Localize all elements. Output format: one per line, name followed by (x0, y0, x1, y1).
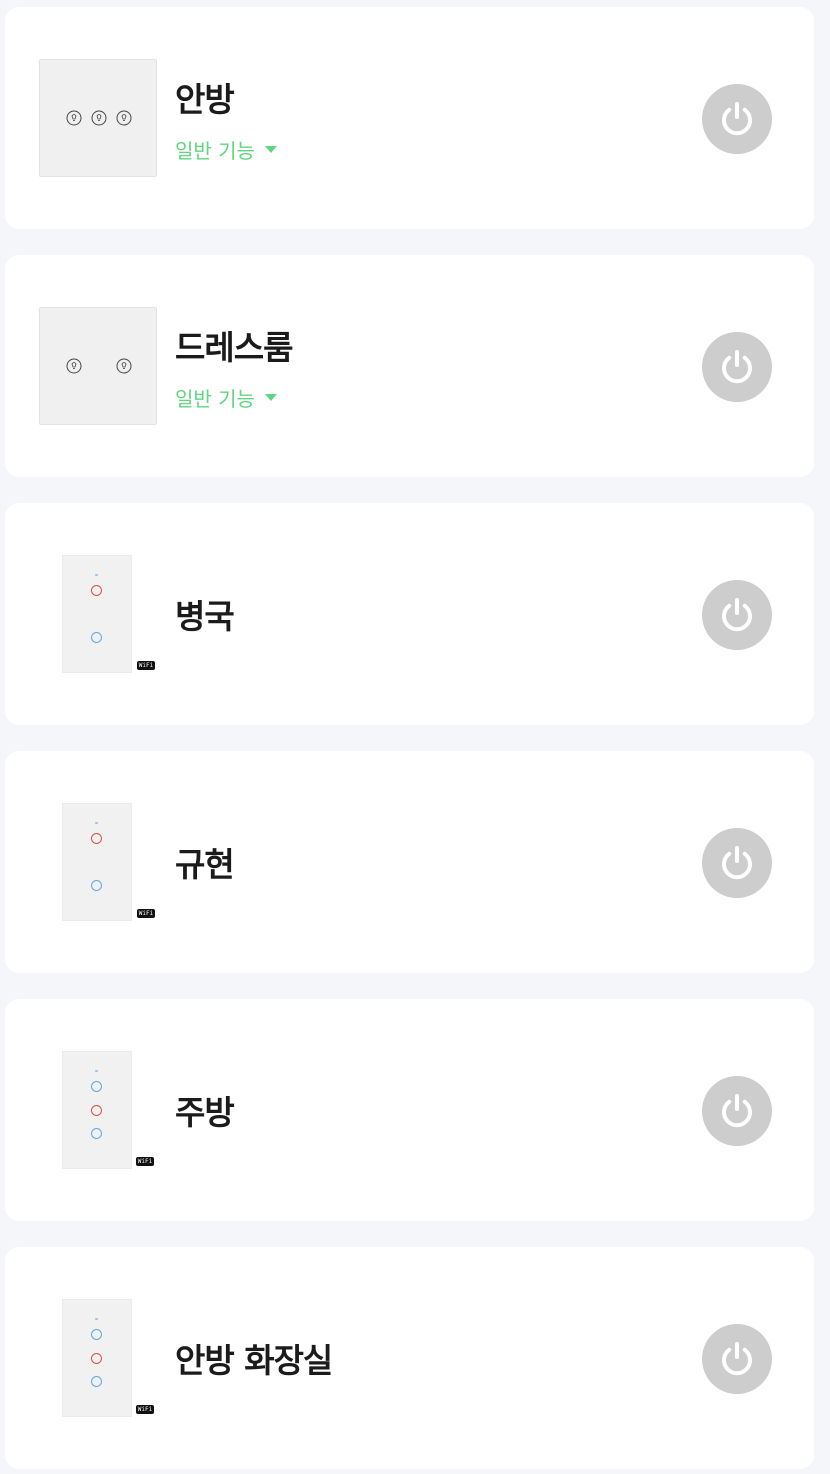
wifi-badge: WiFi (136, 1405, 154, 1414)
power-icon (722, 1094, 752, 1128)
three-gang-touch-switch-icon (62, 1051, 132, 1169)
device-name: 드레스룸 (175, 328, 293, 367)
device-name: 병국 (175, 597, 235, 636)
caret-down-icon (264, 394, 277, 401)
indicator-dot (95, 574, 98, 576)
two-gang-touch-switch-icon (62, 803, 132, 921)
power-icon (722, 598, 752, 632)
function-dropdown-label: 일반 기능 (175, 139, 255, 163)
indicator-dot (95, 1070, 98, 1072)
touch-button-off-icon (91, 1128, 102, 1139)
power-button[interactable] (702, 1324, 772, 1394)
wifi-badge: WiFi (137, 661, 155, 670)
touch-button-on-icon (91, 1105, 102, 1116)
touch-button-off-icon (91, 1376, 102, 1387)
bulb-icon (116, 110, 132, 126)
indicator-dot (95, 1318, 98, 1320)
touch-button-off-icon (91, 880, 102, 891)
caret-down-icon (264, 146, 277, 153)
device-name: 안방 (175, 80, 235, 119)
two-gang-touch-switch-icon (62, 555, 132, 673)
function-dropdown-label: 일반 기능 (175, 387, 255, 411)
device-card-kitchen[interactable]: WiFi 주방 (5, 999, 814, 1221)
device-name: 주방 (175, 1093, 235, 1132)
power-icon (722, 102, 752, 136)
two-gang-bulb-switch-icon (39, 307, 157, 425)
touch-button-on-icon (91, 1353, 102, 1364)
touch-button-off-icon (91, 1329, 102, 1340)
power-button[interactable] (702, 1076, 772, 1146)
power-button[interactable] (702, 580, 772, 650)
bulb-icon (66, 358, 82, 374)
three-gang-bulb-switch-icon (39, 59, 157, 177)
device-card-anbang[interactable]: 안방 일반 기능 (5, 7, 814, 229)
device-name: 규현 (175, 845, 235, 884)
touch-button-off-icon (91, 632, 102, 643)
touch-button-on-icon (91, 585, 102, 596)
power-button[interactable] (702, 332, 772, 402)
function-dropdown[interactable]: 일반 기능 (175, 135, 277, 164)
wifi-badge: WiFi (136, 1157, 154, 1166)
device-card-byeongguk[interactable]: WiFi 병국 (5, 503, 814, 725)
power-button[interactable] (702, 828, 772, 898)
bulb-icon (116, 358, 132, 374)
power-icon (722, 1342, 752, 1376)
three-gang-touch-switch-icon (62, 1299, 132, 1417)
touch-button-off-icon (91, 1081, 102, 1092)
bulb-icon (91, 110, 107, 126)
wifi-badge: WiFi (137, 909, 155, 918)
bulb-icon (66, 110, 82, 126)
power-icon (722, 350, 752, 384)
power-button[interactable] (702, 84, 772, 154)
device-name: 안방 화장실 (175, 1341, 333, 1380)
device-card-gyuhyeon[interactable]: WiFi 규현 (5, 751, 814, 973)
touch-button-on-icon (91, 833, 102, 844)
function-dropdown[interactable]: 일반 기능 (175, 383, 277, 412)
indicator-dot (95, 822, 98, 824)
device-card-master-bathroom[interactable]: WiFi 안방 화장실 (5, 1247, 814, 1469)
device-card-dressroom[interactable]: 드레스룸 일반 기능 (5, 255, 814, 477)
power-icon (722, 846, 752, 880)
